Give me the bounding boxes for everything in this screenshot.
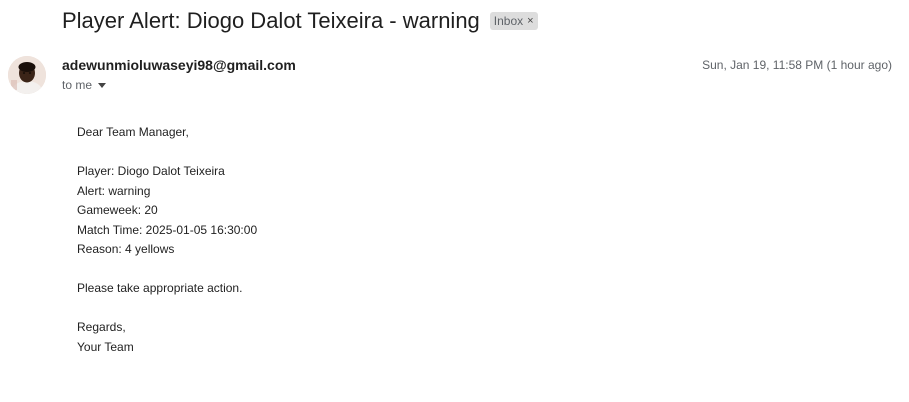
body-gameweek: Gameweek: 20 bbox=[77, 203, 158, 217]
inbox-label-text: Inbox bbox=[493, 14, 524, 28]
close-icon[interactable]: × bbox=[527, 13, 533, 29]
body-match-time: Match Time: 2025-01-05 16:30:00 bbox=[77, 222, 258, 237]
avatar-photo-icon bbox=[8, 56, 46, 94]
body-alert: Alert: warning bbox=[77, 183, 151, 198]
email-subject: Player Alert: Diogo Dalot Teixeira - war… bbox=[62, 8, 480, 33]
body-reason: Reason: 4 yellows bbox=[77, 242, 175, 256]
sender-email[interactable]: adewunmioluwaseyi98@gmail.com bbox=[62, 56, 296, 74]
email-date: Sun, Jan 19, 11:58 PM (1 hour ago) bbox=[702, 58, 892, 72]
body-request: Please take appropriate action. bbox=[77, 281, 243, 295]
body-closing: Regards, bbox=[77, 320, 126, 334]
sender-avatar[interactable] bbox=[8, 56, 46, 94]
recipient-line: to me bbox=[62, 78, 93, 92]
body-greeting: Dear Team Manager, bbox=[77, 125, 189, 139]
body-player: Player: Diogo Dalot Teixeira bbox=[77, 164, 225, 178]
chevron-down-icon[interactable] bbox=[98, 82, 107, 88]
body-signature: Your Team bbox=[77, 339, 134, 354]
inbox-label-chip[interactable]: Inbox × bbox=[489, 12, 538, 30]
email-body: Dear Team Manager, Player: Diogo Dalot T… bbox=[77, 123, 257, 357]
email-subject-row: Player Alert: Diogo Dalot Teixeira - war… bbox=[62, 6, 538, 36]
recipient-details-toggle[interactable]: to me bbox=[62, 77, 107, 93]
